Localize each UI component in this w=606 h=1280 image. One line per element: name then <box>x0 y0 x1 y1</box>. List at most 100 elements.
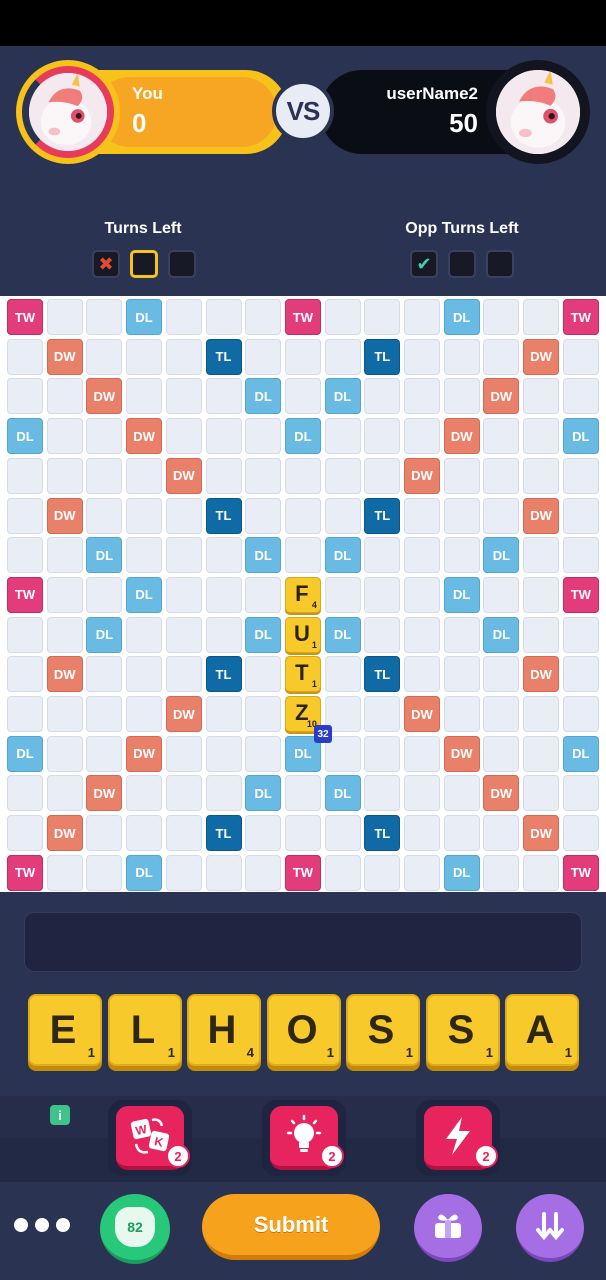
board-cell[interactable] <box>46 696 83 732</box>
board-cell[interactable] <box>483 656 520 693</box>
board-tile[interactable]: U1 <box>284 616 321 653</box>
board-cell[interactable] <box>324 576 361 613</box>
board-cell-dw[interactable]: DW <box>86 378 123 415</box>
board-cell[interactable] <box>443 616 480 653</box>
board-cell[interactable] <box>562 497 599 534</box>
board-cell-dl[interactable]: DL <box>324 616 361 653</box>
board-cell[interactable] <box>245 656 282 693</box>
board-cell[interactable] <box>443 696 480 732</box>
board-cell[interactable] <box>364 696 401 732</box>
board-cell[interactable] <box>165 576 202 613</box>
board-cell[interactable] <box>523 696 560 732</box>
board-cell[interactable] <box>562 775 599 812</box>
board-cell-dw[interactable]: DW <box>523 656 560 693</box>
board-cell[interactable] <box>86 735 123 772</box>
board-cell-dw[interactable]: DW <box>165 457 202 494</box>
board-cell[interactable] <box>324 338 361 375</box>
board-cell-dw[interactable]: DW <box>86 775 123 812</box>
coins-button[interactable]: 82 <box>100 1194 170 1264</box>
board-cell[interactable] <box>86 815 123 852</box>
board-cell[interactable] <box>7 815 43 852</box>
submit-button[interactable]: Submit <box>202 1194 380 1260</box>
board-cell[interactable] <box>483 576 520 613</box>
more-options-button[interactable] <box>14 1218 70 1232</box>
board-cell[interactable] <box>46 616 83 653</box>
board-cell[interactable] <box>483 338 520 375</box>
board-cell-tw[interactable]: TW <box>562 299 599 335</box>
board-cell[interactable] <box>404 418 440 455</box>
board-cell[interactable] <box>364 775 401 812</box>
board-cell-dl[interactable]: DL <box>562 735 599 772</box>
board-cell[interactable] <box>205 854 242 891</box>
board-cell-dl[interactable]: DL <box>7 418 43 455</box>
board-cell[interactable] <box>46 457 83 494</box>
board-cell[interactable] <box>46 775 83 812</box>
board-cell-dl[interactable]: DL <box>245 775 282 812</box>
board-cell[interactable] <box>443 656 480 693</box>
board-cell[interactable] <box>483 696 520 732</box>
board-cell[interactable] <box>126 815 163 852</box>
info-button[interactable]: i <box>50 1105 70 1125</box>
board-cell[interactable] <box>404 616 440 653</box>
board-cell[interactable] <box>324 418 361 455</box>
board-cell[interactable] <box>364 854 401 891</box>
board-cell[interactable] <box>364 537 401 574</box>
board-cell[interactable] <box>364 616 401 653</box>
board-cell[interactable] <box>443 775 480 812</box>
board-cell-dl[interactable]: DL <box>443 576 480 613</box>
board-cell[interactable] <box>562 537 599 574</box>
board-cell[interactable] <box>46 299 83 335</box>
board-cell[interactable] <box>284 338 321 375</box>
board-cell-tw[interactable]: TW <box>7 576 43 613</box>
board-cell[interactable] <box>324 854 361 891</box>
board-cell[interactable] <box>483 815 520 852</box>
board-cell[interactable] <box>284 537 321 574</box>
board-cell[interactable] <box>165 378 202 415</box>
board-cell[interactable] <box>126 457 163 494</box>
board-cell[interactable] <box>404 378 440 415</box>
board-cell[interactable] <box>284 457 321 494</box>
board-cell[interactable] <box>324 815 361 852</box>
board-cell-dw[interactable]: DW <box>404 457 440 494</box>
board-cell[interactable] <box>126 656 163 693</box>
rack-tile[interactable]: S1 <box>346 994 420 1066</box>
board-cell[interactable] <box>46 378 83 415</box>
board-cell-tl[interactable]: TL <box>364 656 401 693</box>
board-cell[interactable] <box>205 616 242 653</box>
board-cell[interactable] <box>165 815 202 852</box>
board-cell-dw[interactable]: DW <box>165 696 202 732</box>
board-cell[interactable] <box>245 815 282 852</box>
board-cell[interactable] <box>443 537 480 574</box>
board-cell[interactable] <box>7 696 43 732</box>
board-cell[interactable] <box>245 457 282 494</box>
board-cell-tw[interactable]: TW <box>7 299 43 335</box>
board-cell-dl[interactable]: DL <box>86 537 123 574</box>
board-cell-dl[interactable]: DL <box>562 418 599 455</box>
board-cell-dw[interactable]: DW <box>126 418 163 455</box>
board-cell-dl[interactable]: DL <box>126 576 163 613</box>
board-cell[interactable] <box>205 537 242 574</box>
board-cell[interactable] <box>165 497 202 534</box>
board-cell[interactable] <box>86 299 123 335</box>
board-cell[interactable] <box>165 616 202 653</box>
board-cell[interactable] <box>443 338 480 375</box>
powerup-boost-button[interactable]: 2 <box>416 1100 500 1176</box>
board-cell[interactable] <box>483 735 520 772</box>
board-cell[interactable] <box>245 418 282 455</box>
board-cell-dl[interactable]: DL <box>126 854 163 891</box>
board-cell[interactable] <box>86 418 123 455</box>
board-tile[interactable]: T1 <box>284 656 321 693</box>
board-cell[interactable] <box>284 815 321 852</box>
board-cell-tl[interactable]: TL <box>364 338 401 375</box>
rack-tile[interactable]: E1 <box>28 994 102 1066</box>
board-cell[interactable] <box>165 735 202 772</box>
board-cell[interactable] <box>523 576 560 613</box>
board-cell[interactable] <box>245 735 282 772</box>
board-cell[interactable] <box>126 378 163 415</box>
board-cell-tw[interactable]: TW <box>562 576 599 613</box>
board-cell[interactable] <box>46 418 83 455</box>
board-cell-tw[interactable]: TW <box>284 299 321 335</box>
board-cell[interactable] <box>284 775 321 812</box>
board-cell-tw[interactable]: TW <box>7 854 43 891</box>
board-cell[interactable] <box>205 576 242 613</box>
